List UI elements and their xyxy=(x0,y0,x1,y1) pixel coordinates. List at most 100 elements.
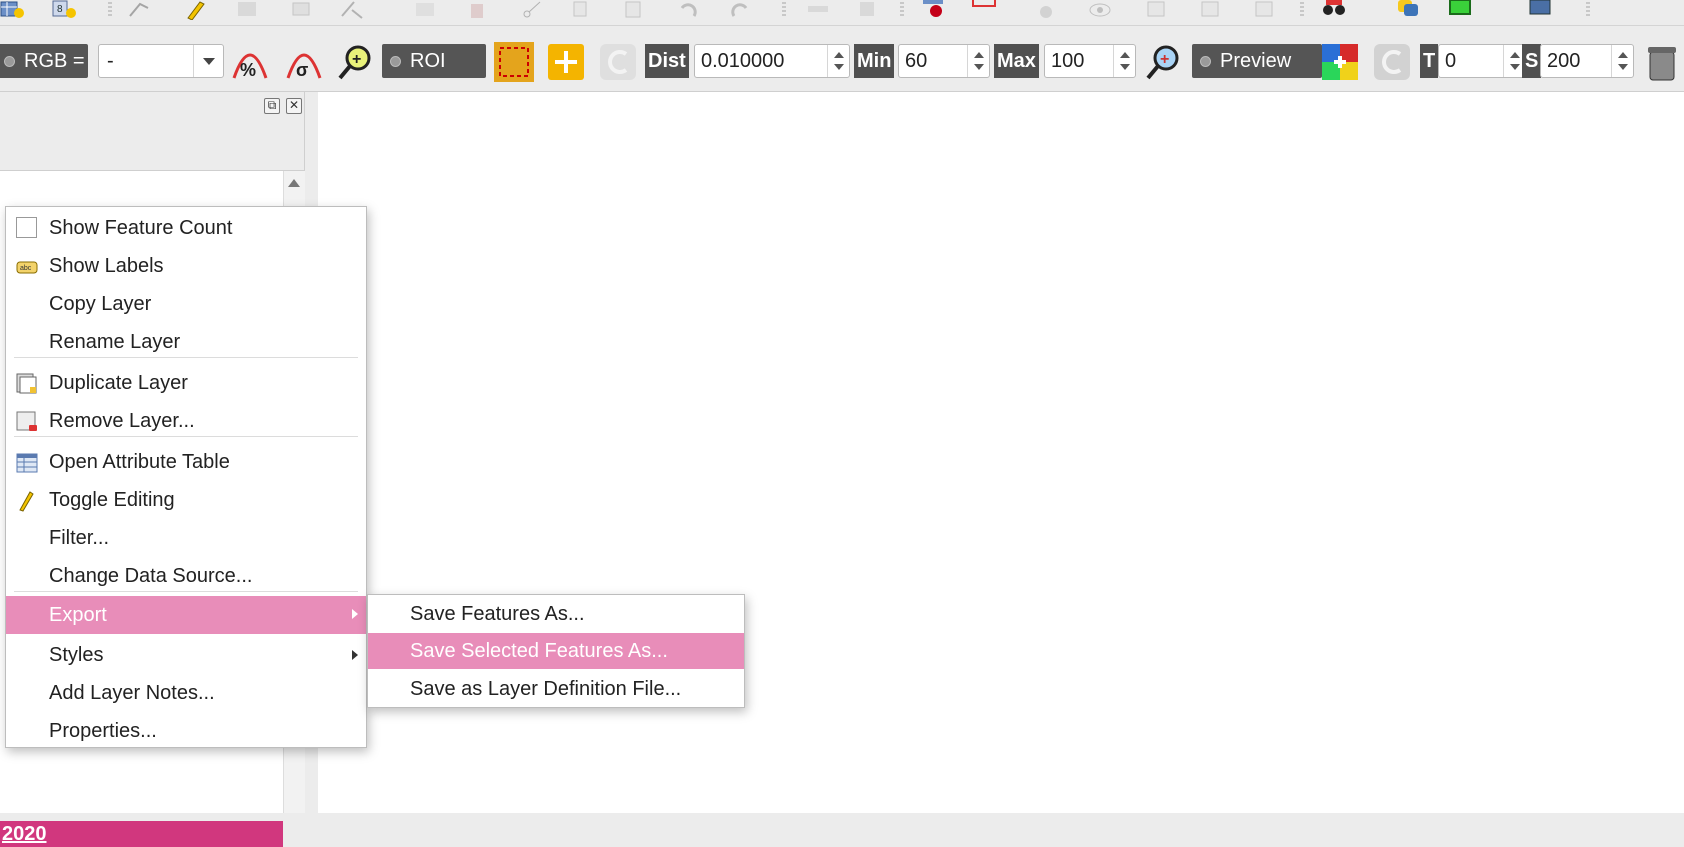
attribute-table-icon xyxy=(16,453,38,473)
edit-layer-icon[interactable] xyxy=(1254,0,1278,20)
rgb-label: RGB = xyxy=(24,50,85,72)
info-panel-icon[interactable] xyxy=(1528,0,1552,20)
measure-icon[interactable] xyxy=(1032,0,1056,20)
roi-toggle[interactable]: ROI xyxy=(382,44,486,78)
menu-item-save-layer-definition-file[interactable]: Save as Layer Definition File... xyxy=(368,671,744,707)
min-label: Min xyxy=(854,44,895,78)
menu-item-open-attribute-table[interactable]: Open Attribute Table xyxy=(6,444,366,480)
zoom-in-icon[interactable]: + xyxy=(336,42,376,82)
dist-input[interactable]: 0.010000 xyxy=(694,44,850,78)
binoculars-icon[interactable] xyxy=(1322,0,1346,20)
checkbox-icon[interactable] xyxy=(16,217,37,238)
refresh-layer-icon[interactable] xyxy=(1200,0,1224,20)
red-frame-icon[interactable] xyxy=(972,0,996,20)
dist-value: 0.010000 xyxy=(701,50,785,72)
trash-icon[interactable] xyxy=(1642,42,1682,82)
t-input[interactable]: 0 xyxy=(1438,44,1526,78)
roi-select-icon[interactable] xyxy=(494,42,534,82)
undo-icon[interactable] xyxy=(676,0,700,20)
menu-item-change-data-source[interactable]: Change Data Source... xyxy=(6,558,366,594)
menu-item-label: Export xyxy=(49,604,107,626)
reset-icon[interactable] xyxy=(598,42,638,82)
save-edits-icon[interactable] xyxy=(236,0,260,20)
digitize-icon[interactable] xyxy=(128,0,152,20)
menu-item-remove-layer[interactable]: Remove Layer... xyxy=(6,403,366,439)
copy-icon[interactable] xyxy=(570,0,594,20)
delete-icon[interactable] xyxy=(466,0,490,20)
percent-curve-icon[interactable]: % xyxy=(230,42,270,82)
menu-item-label: Save as Layer Definition File... xyxy=(410,678,682,700)
menu-item-save-features-as[interactable]: Save Features As... xyxy=(368,596,744,632)
selected-layer-label: 2020 xyxy=(2,823,47,845)
label-tool-icon[interactable] xyxy=(806,0,830,20)
chevron-down-icon[interactable] xyxy=(193,45,223,77)
menu-item-label: Duplicate Layer xyxy=(49,372,188,394)
menu-item-copy-layer[interactable]: Copy Layer xyxy=(6,286,366,322)
menu-item-label: Toggle Editing xyxy=(49,489,175,511)
pencil-icon[interactable] xyxy=(184,0,208,20)
add-roi-icon[interactable] xyxy=(546,42,586,82)
menu-item-rename-layer[interactable]: Rename Layer xyxy=(6,324,366,360)
toolbar-grip[interactable] xyxy=(1300,2,1304,18)
layer-stack-icon[interactable] xyxy=(858,0,882,20)
menu-item-properties[interactable]: Properties... xyxy=(6,713,366,749)
remove-layer-icon xyxy=(16,411,37,431)
menu-item-duplicate-layer[interactable]: Duplicate Layer xyxy=(6,365,366,401)
menu-item-show-feature-count[interactable]: Show Feature Count xyxy=(6,210,366,246)
export-layer-icon[interactable] xyxy=(1146,0,1170,20)
toolbar-grip[interactable] xyxy=(1586,2,1590,18)
svg-text:+: + xyxy=(352,51,361,68)
selected-layer-row[interactable]: 2020 xyxy=(0,821,283,847)
toggle-dot-icon xyxy=(1200,56,1211,67)
reset-preview-icon[interactable] xyxy=(1372,42,1412,82)
max-stepper-icon[interactable] xyxy=(1113,45,1135,77)
rgb-select[interactable]: - xyxy=(98,44,224,78)
min-input[interactable]: 60 xyxy=(898,44,990,78)
min-stepper-icon[interactable] xyxy=(967,45,989,77)
menu-separator xyxy=(14,357,358,358)
add-feature-icon[interactable] xyxy=(290,0,314,20)
float-panel-icon[interactable]: ⧉ xyxy=(264,98,280,114)
menu-item-styles[interactable]: Styles xyxy=(6,637,366,673)
menu-item-filter[interactable]: Filter... xyxy=(6,520,366,556)
eye-icon[interactable] xyxy=(1088,0,1112,20)
menu-item-export[interactable]: Export xyxy=(6,596,366,634)
toolbar-grip[interactable] xyxy=(782,2,786,18)
s-label: S xyxy=(1522,44,1542,78)
edit-table-icon[interactable] xyxy=(414,0,438,20)
rgb-toggle[interactable]: RGB = xyxy=(0,44,88,78)
layer-context-menu: Show Feature Count abc Show Labels Copy … xyxy=(5,206,367,748)
sigma-curve-icon[interactable]: σ xyxy=(284,42,324,82)
green-polygon-icon[interactable] xyxy=(1448,0,1472,20)
vertex-tool-icon[interactable] xyxy=(340,0,364,20)
dist-stepper-icon[interactable] xyxy=(827,45,849,77)
menu-item-label: Rename Layer xyxy=(49,331,181,353)
preview-toggle[interactable]: Preview xyxy=(1192,44,1322,78)
zoom-preview-icon[interactable]: + xyxy=(1144,42,1184,82)
s-input[interactable]: 200 xyxy=(1540,44,1634,78)
new-layer-icon[interactable]: 8 xyxy=(52,0,76,20)
menu-item-add-layer-notes[interactable]: Add Layer Notes... xyxy=(6,675,366,711)
color-grid-icon[interactable] xyxy=(1320,42,1360,82)
add-layer-table-icon[interactable] xyxy=(0,0,24,20)
svg-text:8: 8 xyxy=(57,4,63,15)
menu-item-save-selected-features-as[interactable]: Save Selected Features As... xyxy=(368,633,744,669)
svg-text:σ: σ xyxy=(296,60,308,80)
menu-item-label: Save Selected Features As... xyxy=(410,640,668,662)
toolbar-grip[interactable] xyxy=(900,2,904,18)
python-icon[interactable] xyxy=(1396,0,1420,20)
cut-icon[interactable] xyxy=(520,0,544,20)
menu-item-toggle-editing[interactable]: Toggle Editing xyxy=(6,482,366,518)
s-stepper-icon[interactable] xyxy=(1611,45,1633,77)
toggle-dot-icon xyxy=(4,56,15,67)
submenu-arrow-icon xyxy=(352,650,358,660)
duplicate-layer-icon xyxy=(16,373,37,394)
menu-item-show-labels[interactable]: abc Show Labels xyxy=(6,248,366,284)
max-input[interactable]: 100 xyxy=(1044,44,1136,78)
point-pin-icon[interactable] xyxy=(922,0,946,20)
scroll-up-icon[interactable] xyxy=(288,179,300,187)
redo-icon[interactable] xyxy=(728,0,752,20)
toolbar-grip[interactable] xyxy=(108,2,112,18)
paste-icon[interactable] xyxy=(622,0,646,20)
close-icon[interactable]: ✕ xyxy=(286,98,302,114)
